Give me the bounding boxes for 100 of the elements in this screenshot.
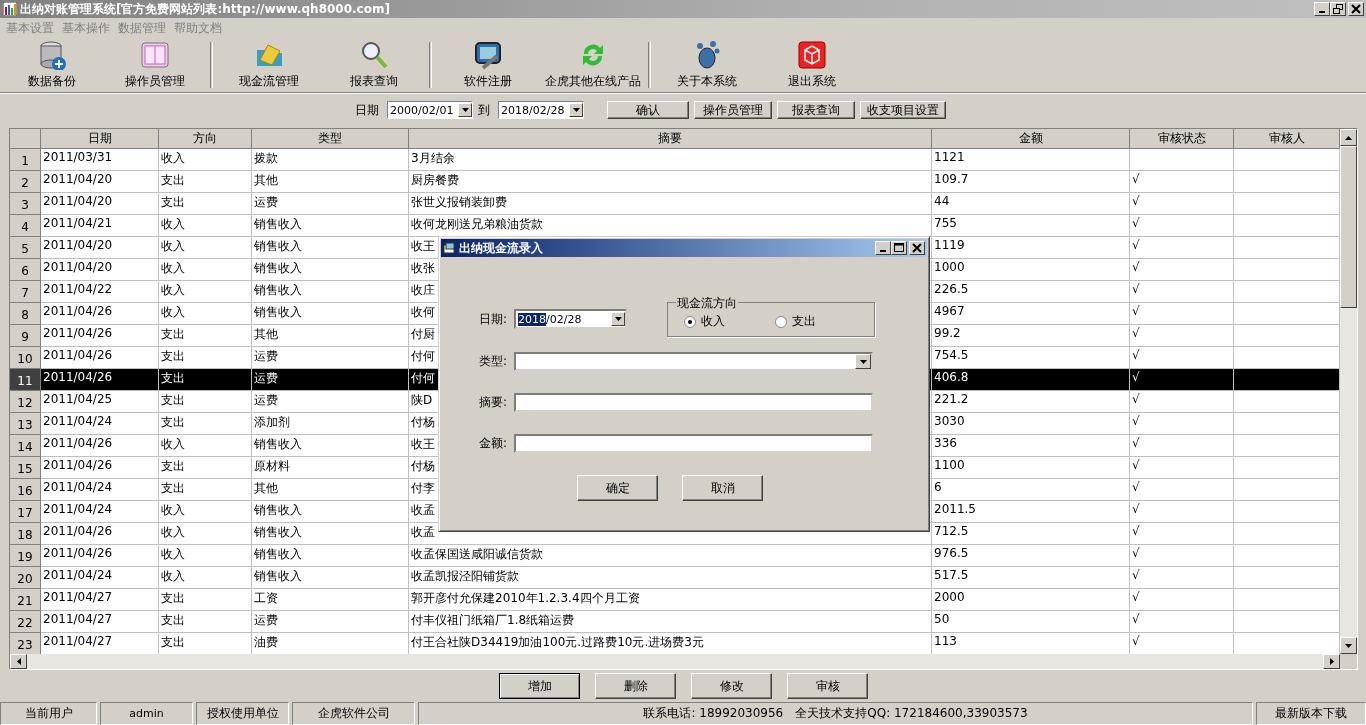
table-cell: 99.2	[932, 325, 1130, 347]
row-number[interactable]: 4	[10, 215, 41, 237]
table-cell: 收入	[159, 237, 252, 259]
dropdown-arrow-icon	[614, 317, 622, 321]
date-picker[interactable]: 2000/02/01	[387, 101, 473, 119]
column-header[interactable]: 类型	[252, 129, 409, 149]
toolbar-button[interactable]: 数据备份	[2, 39, 102, 91]
table-cell: 44	[932, 193, 1130, 215]
table-cell: 销售收入	[252, 281, 409, 303]
row-number[interactable]: 1	[10, 149, 41, 171]
status-text: 联系电话: 18992030956	[643, 705, 784, 722]
row-number[interactable]: 13	[10, 413, 41, 435]
input-field[interactable]	[514, 393, 873, 412]
row-number[interactable]: 23	[10, 633, 41, 654]
action-button[interactable]: 删除	[595, 673, 676, 699]
row-number[interactable]: 6	[10, 259, 41, 281]
table-cell: 销售收入	[252, 259, 409, 281]
column-header[interactable]: 审核人	[1234, 129, 1340, 149]
toolbar-button[interactable]: 企虎其他在线产品	[540, 39, 645, 91]
table-cell: 2011/04/26	[41, 369, 159, 391]
close-button[interactable]	[909, 241, 925, 255]
table-cell: 支出	[159, 193, 252, 215]
table-cell: 厨房餐费	[409, 171, 932, 193]
table-cell: 2011/04/20	[41, 193, 159, 215]
table-cell: 50	[932, 611, 1130, 633]
table-cell: 2011/04/24	[41, 567, 159, 589]
date-picker[interactable]: 2018/02/28	[498, 101, 584, 119]
toolbar-button[interactable]: 操作员管理	[102, 39, 207, 91]
toolbar-button[interactable]: 报表查询	[321, 39, 426, 91]
toolbar-button[interactable]: 关于本系统	[654, 39, 759, 91]
toolbar-button[interactable]: 退出系统	[759, 39, 864, 91]
table-cell: 运费	[252, 193, 409, 215]
minimize-button[interactable]	[1314, 2, 1330, 16]
toolbar-button[interactable]: 现金流管理	[216, 39, 321, 91]
close-button[interactable]	[1348, 2, 1364, 16]
row-number[interactable]: 21	[10, 589, 41, 611]
filter-button[interactable]: 操作员管理	[694, 101, 772, 119]
minimize-button[interactable]	[875, 241, 891, 255]
vertical-scrollbar[interactable]	[1340, 129, 1357, 654]
dialog-button[interactable]: 取消	[682, 475, 763, 501]
row-number[interactable]: 15	[10, 457, 41, 479]
row-number[interactable]: 19	[10, 545, 41, 567]
field-label: 金额:	[479, 435, 509, 452]
table-cell: √	[1130, 171, 1234, 193]
row-number[interactable]: 14	[10, 435, 41, 457]
table-cell: √	[1130, 237, 1234, 259]
action-button[interactable]: 修改	[691, 673, 772, 699]
table-cell: √	[1130, 501, 1234, 523]
maximize-button[interactable]	[891, 241, 907, 255]
date-picker[interactable]: 2018/02/28	[514, 309, 627, 329]
toolbar-button[interactable]: 软件注册	[435, 39, 540, 91]
table-cell: 其他	[252, 325, 409, 347]
row-number[interactable]: 7	[10, 281, 41, 303]
filter-button[interactable]: 收支项目设置	[860, 101, 946, 119]
minimize-icon	[1319, 11, 1325, 13]
table-cell: 2000	[932, 589, 1130, 611]
table-cell: 2011/04/25	[41, 391, 159, 413]
dropdown-field[interactable]	[514, 352, 873, 371]
date-label: 日期	[355, 101, 379, 119]
table-cell: 2011/04/27	[41, 611, 159, 633]
horizontal-scrollbar[interactable]	[10, 654, 1357, 669]
dialog-button[interactable]: 确定	[577, 475, 658, 501]
restore-icon	[1333, 4, 1343, 14]
restore-button[interactable]	[1330, 2, 1346, 16]
table-cell: 221.2	[932, 391, 1130, 413]
column-header[interactable]: 日期	[41, 129, 159, 149]
row-number[interactable]: 12	[10, 391, 41, 413]
row-number[interactable]: 3	[10, 193, 41, 215]
column-header[interactable]: 摘要	[409, 129, 932, 149]
row-number[interactable]: 20	[10, 567, 41, 589]
input-field[interactable]	[514, 434, 873, 453]
table-cell: 1000	[932, 259, 1130, 281]
row-number[interactable]: 2	[10, 171, 41, 193]
filter-button[interactable]: 确认	[607, 101, 689, 119]
row-number[interactable]: 17	[10, 501, 41, 523]
column-header[interactable]: 方向	[159, 129, 252, 149]
table-cell: 收入	[159, 523, 252, 545]
column-header[interactable]: 金额	[932, 129, 1130, 149]
table-cell: √	[1130, 391, 1234, 413]
table-cell: 6	[932, 479, 1130, 501]
action-button[interactable]: 审核	[787, 673, 868, 699]
table-cell: √	[1130, 259, 1234, 281]
table-cell: √	[1130, 369, 1234, 391]
row-number[interactable]: 22	[10, 611, 41, 633]
row-number[interactable]: 18	[10, 523, 41, 545]
row-number[interactable]: 11	[10, 369, 41, 391]
filter-button[interactable]: 报表查询	[777, 101, 855, 119]
row-number[interactable]: 9	[10, 325, 41, 347]
row-number[interactable]: 10	[10, 347, 41, 369]
action-button[interactable]: 增加	[499, 673, 580, 699]
table-cell: 2011/04/24	[41, 413, 159, 435]
table-cell: 3月结余	[409, 149, 932, 171]
scroll-right-icon	[1329, 658, 1334, 665]
table-cell: 336	[932, 435, 1130, 457]
row-number[interactable]: 8	[10, 303, 41, 325]
row-number[interactable]: 5	[10, 237, 41, 259]
row-number[interactable]: 16	[10, 479, 41, 501]
app-icon	[3, 2, 17, 16]
column-header[interactable]: 审核状态	[1130, 129, 1234, 149]
table-cell: 收入	[159, 259, 252, 281]
